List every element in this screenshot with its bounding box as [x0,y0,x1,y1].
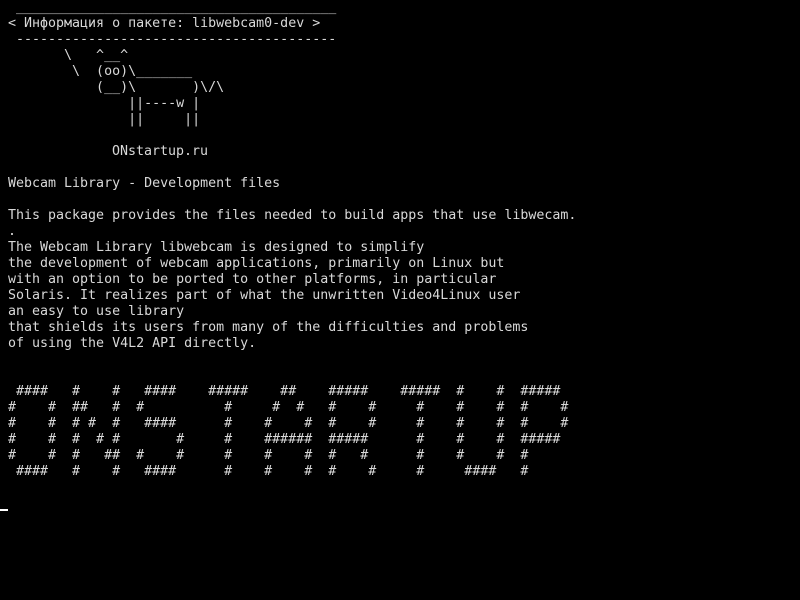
cowsay-art: ________________________________________… [8,0,337,127]
package-description: This package provides the files needed t… [8,208,577,351]
website-label: ONstartup.ru [112,144,209,159]
onstartup-banner-art: #### # # #### ##### ## ##### ##### # # #… [8,384,569,479]
terminal-cursor [0,509,8,511]
package-summary: Webcam Library - Development files [8,176,281,191]
terminal-window[interactable]: ________________________________________… [0,0,800,600]
